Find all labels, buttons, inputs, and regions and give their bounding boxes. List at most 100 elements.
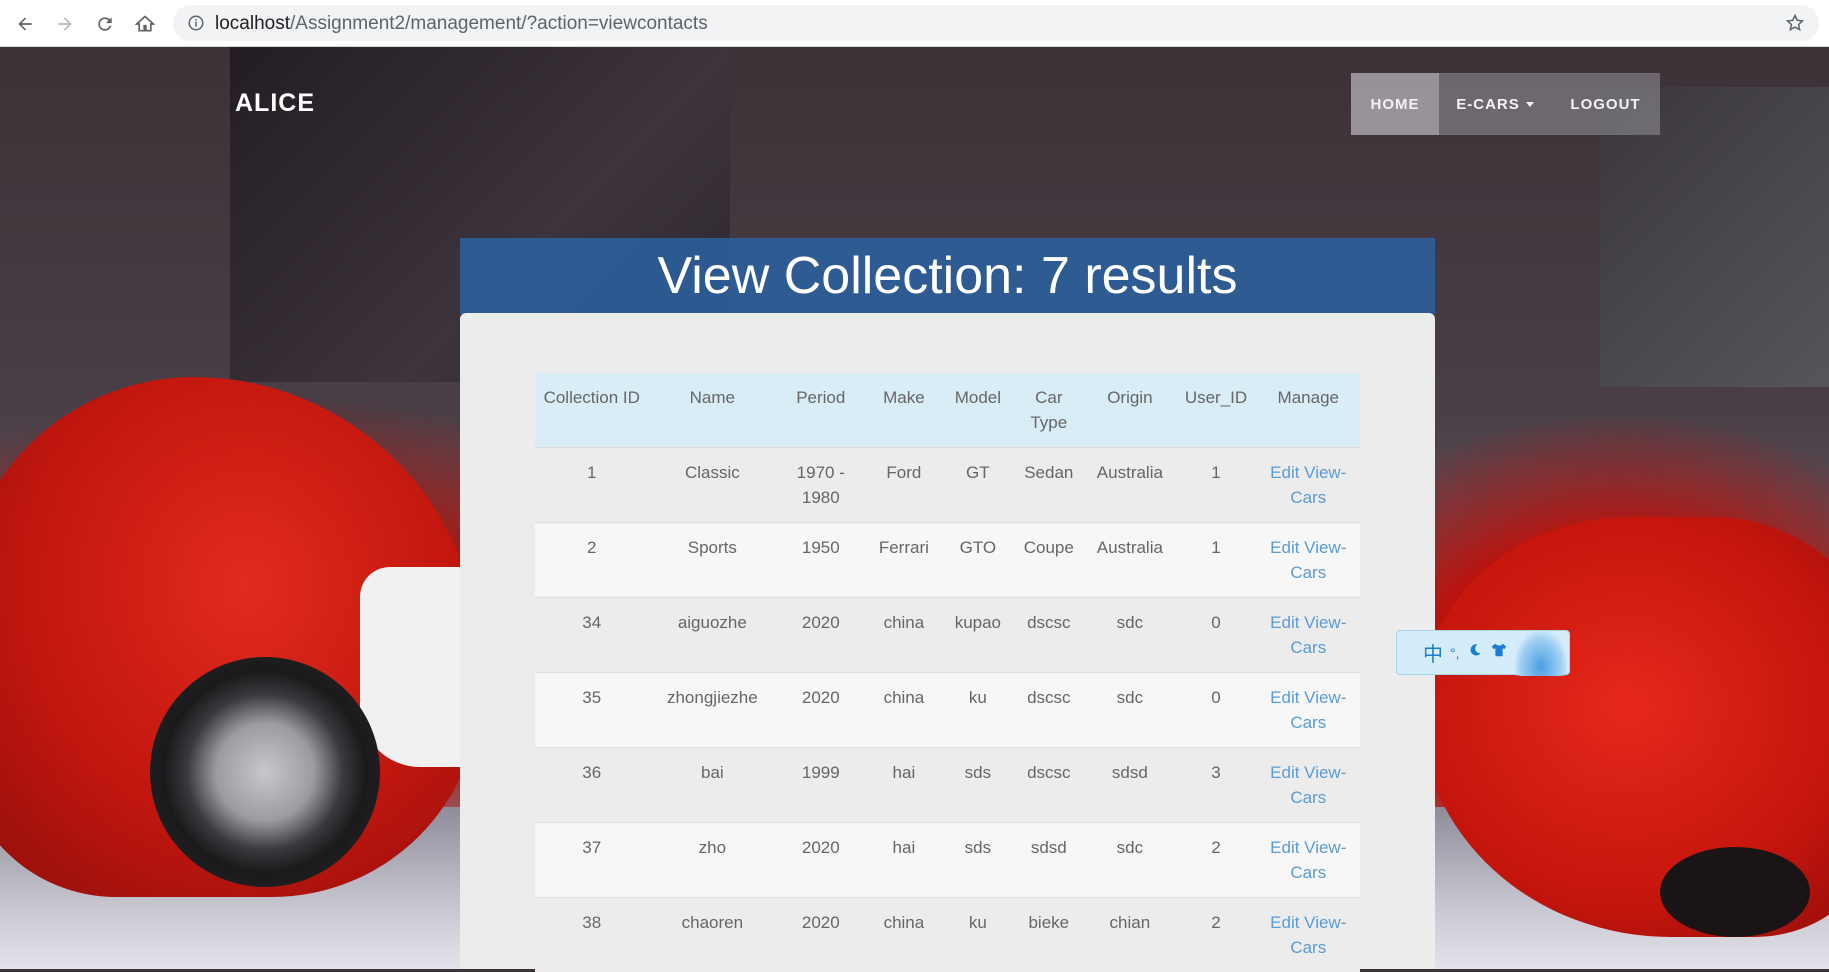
edit-view-cars-link[interactable]: Edit View-Cars [1270,463,1346,507]
cell-name: Sports [649,523,777,598]
ime-punctuation[interactable]: °, [1450,645,1460,661]
url-text[interactable]: localhost/Assignment2/management/?action… [215,13,708,35]
col-header-name: Name [649,373,777,448]
cell-make: china [865,898,942,972]
cell-make: Ford [865,448,942,523]
background-car-wheel [150,657,380,887]
browser-toolbar: localhost/Assignment2/management/?action… [0,0,1829,47]
table-header-row: Collection ID Name Period Make Model Car… [535,373,1360,448]
cell-origin: Australia [1084,523,1175,598]
col-header-collection-id: Collection ID [535,373,649,448]
home-icon[interactable] [130,9,160,39]
forward-arrow-icon[interactable] [50,9,80,39]
cell-user-id: 1 [1175,523,1256,598]
ime-toolbar[interactable]: 中 °, [1396,630,1570,675]
edit-view-cars-link[interactable]: Edit View-Cars [1270,688,1346,732]
edit-view-cars-link[interactable]: Edit View-Cars [1270,913,1346,957]
cell-origin: chian [1084,898,1175,972]
cell-collection-id: 35 [535,673,649,748]
cell-collection-id: 36 [535,748,649,823]
cell-make: china [865,598,942,673]
cell-model: ku [942,673,1013,748]
cell-collection-id: 37 [535,823,649,898]
shirt-icon[interactable] [1490,641,1508,665]
back-arrow-icon[interactable] [10,9,40,39]
table-row: 35zhongjiezhe2020chinakudscscsdc0Edit Vi… [535,673,1360,748]
content-panel: Collection ID Name Period Make Model Car… [460,313,1435,969]
col-header-make: Make [865,373,942,448]
star-icon[interactable] [1785,13,1805,33]
cell-user-id: 0 [1175,598,1256,673]
cell-origin: sdsd [1084,748,1175,823]
cell-name: zho [649,823,777,898]
cell-manage: Edit View-Cars [1257,448,1360,523]
cell-user-id: 2 [1175,823,1256,898]
nav-ecars-dropdown[interactable]: E-CARS [1439,73,1551,135]
main-nav: HOME E-CARS LOGOUT [1351,73,1660,135]
nav-home[interactable]: HOME [1351,73,1439,135]
cell-collection-id: 34 [535,598,649,673]
cell-period: 1950 [776,523,865,598]
cell-make: hai [865,823,942,898]
collection-table: Collection ID Name Period Make Model Car… [535,373,1360,972]
nav-home-label: HOME [1371,96,1420,113]
table-row: 34aiguozhe2020chinakupaodscscsdc0Edit Vi… [535,598,1360,673]
table-row: 37zho2020haisdssdsdsdc2 Edit View-Cars [535,823,1360,898]
reload-icon[interactable] [90,9,120,39]
cell-period: 2020 [776,823,865,898]
cell-car-type: dscsc [1013,598,1084,673]
background-car-grille [1660,847,1810,937]
cell-model: ku [942,898,1013,972]
cell-period: 1970 - 1980 [776,448,865,523]
cell-period: 2020 [776,598,865,673]
cell-car-type: Coupe [1013,523,1084,598]
cell-collection-id: 1 [535,448,649,523]
col-header-car-type: Car Type [1013,373,1084,448]
nav-logout[interactable]: LOGOUT [1551,73,1660,135]
caret-down-icon [1526,102,1534,107]
table-row: 2Sports1950FerrariGTOCoupeAustralia1 Edit… [535,523,1360,598]
cell-origin: sdc [1084,598,1175,673]
cell-manage: Edit View-Cars [1257,673,1360,748]
cell-car-type: Sedan [1013,448,1084,523]
moon-icon[interactable] [1467,641,1483,664]
background-car-door [360,567,470,767]
brand-logo[interactable]: ALICE [235,89,315,118]
url-host: localhost [215,13,290,34]
cell-model: GTO [942,523,1013,598]
ime-chinese-mode[interactable]: 中 [1423,638,1443,667]
cell-user-id: 3 [1175,748,1256,823]
info-icon[interactable] [187,14,205,32]
cell-make: china [865,673,942,748]
cell-model: GT [942,448,1013,523]
table-row: 1Classic1970 - 1980FordGTSedanAustralia1… [535,448,1360,523]
cell-make: Ferrari [865,523,942,598]
col-header-origin: Origin [1084,373,1175,448]
address-bar[interactable]: localhost/Assignment2/management/?action… [173,5,1819,41]
cell-manage: Edit View-Cars [1257,823,1360,898]
cell-car-type: sdsd [1013,823,1084,898]
col-header-period: Period [776,373,865,448]
cell-collection-id: 38 [535,898,649,972]
cell-car-type: dscsc [1013,673,1084,748]
url-path: /Assignment2/management/?action=viewcont… [290,13,708,34]
nav-logout-label: LOGOUT [1570,96,1640,113]
cell-collection-id: 2 [535,523,649,598]
edit-view-cars-link[interactable]: Edit View-Cars [1270,538,1346,582]
cell-user-id: 1 [1175,448,1256,523]
table-row: 38chaoren2020chinakubiekechian2Edit View… [535,898,1360,972]
cell-model: sds [942,823,1013,898]
cell-manage: Edit View-Cars [1257,598,1360,673]
edit-view-cars-link[interactable]: Edit View-Cars [1270,613,1346,657]
cell-manage: Edit View-Cars [1257,898,1360,972]
cell-car-type: dscsc [1013,748,1084,823]
edit-view-cars-link[interactable]: Edit View-Cars [1270,763,1346,807]
cell-origin: sdc [1084,823,1175,898]
page-title: View Collection: 7 results [658,246,1238,306]
cell-name: Classic [649,448,777,523]
cell-manage: Edit View-Cars [1257,748,1360,823]
flower-icon[interactable] [1515,631,1567,676]
edit-view-cars-link[interactable]: Edit View-Cars [1270,838,1346,882]
col-header-manage: Manage [1257,373,1360,448]
cell-origin: sdc [1084,673,1175,748]
